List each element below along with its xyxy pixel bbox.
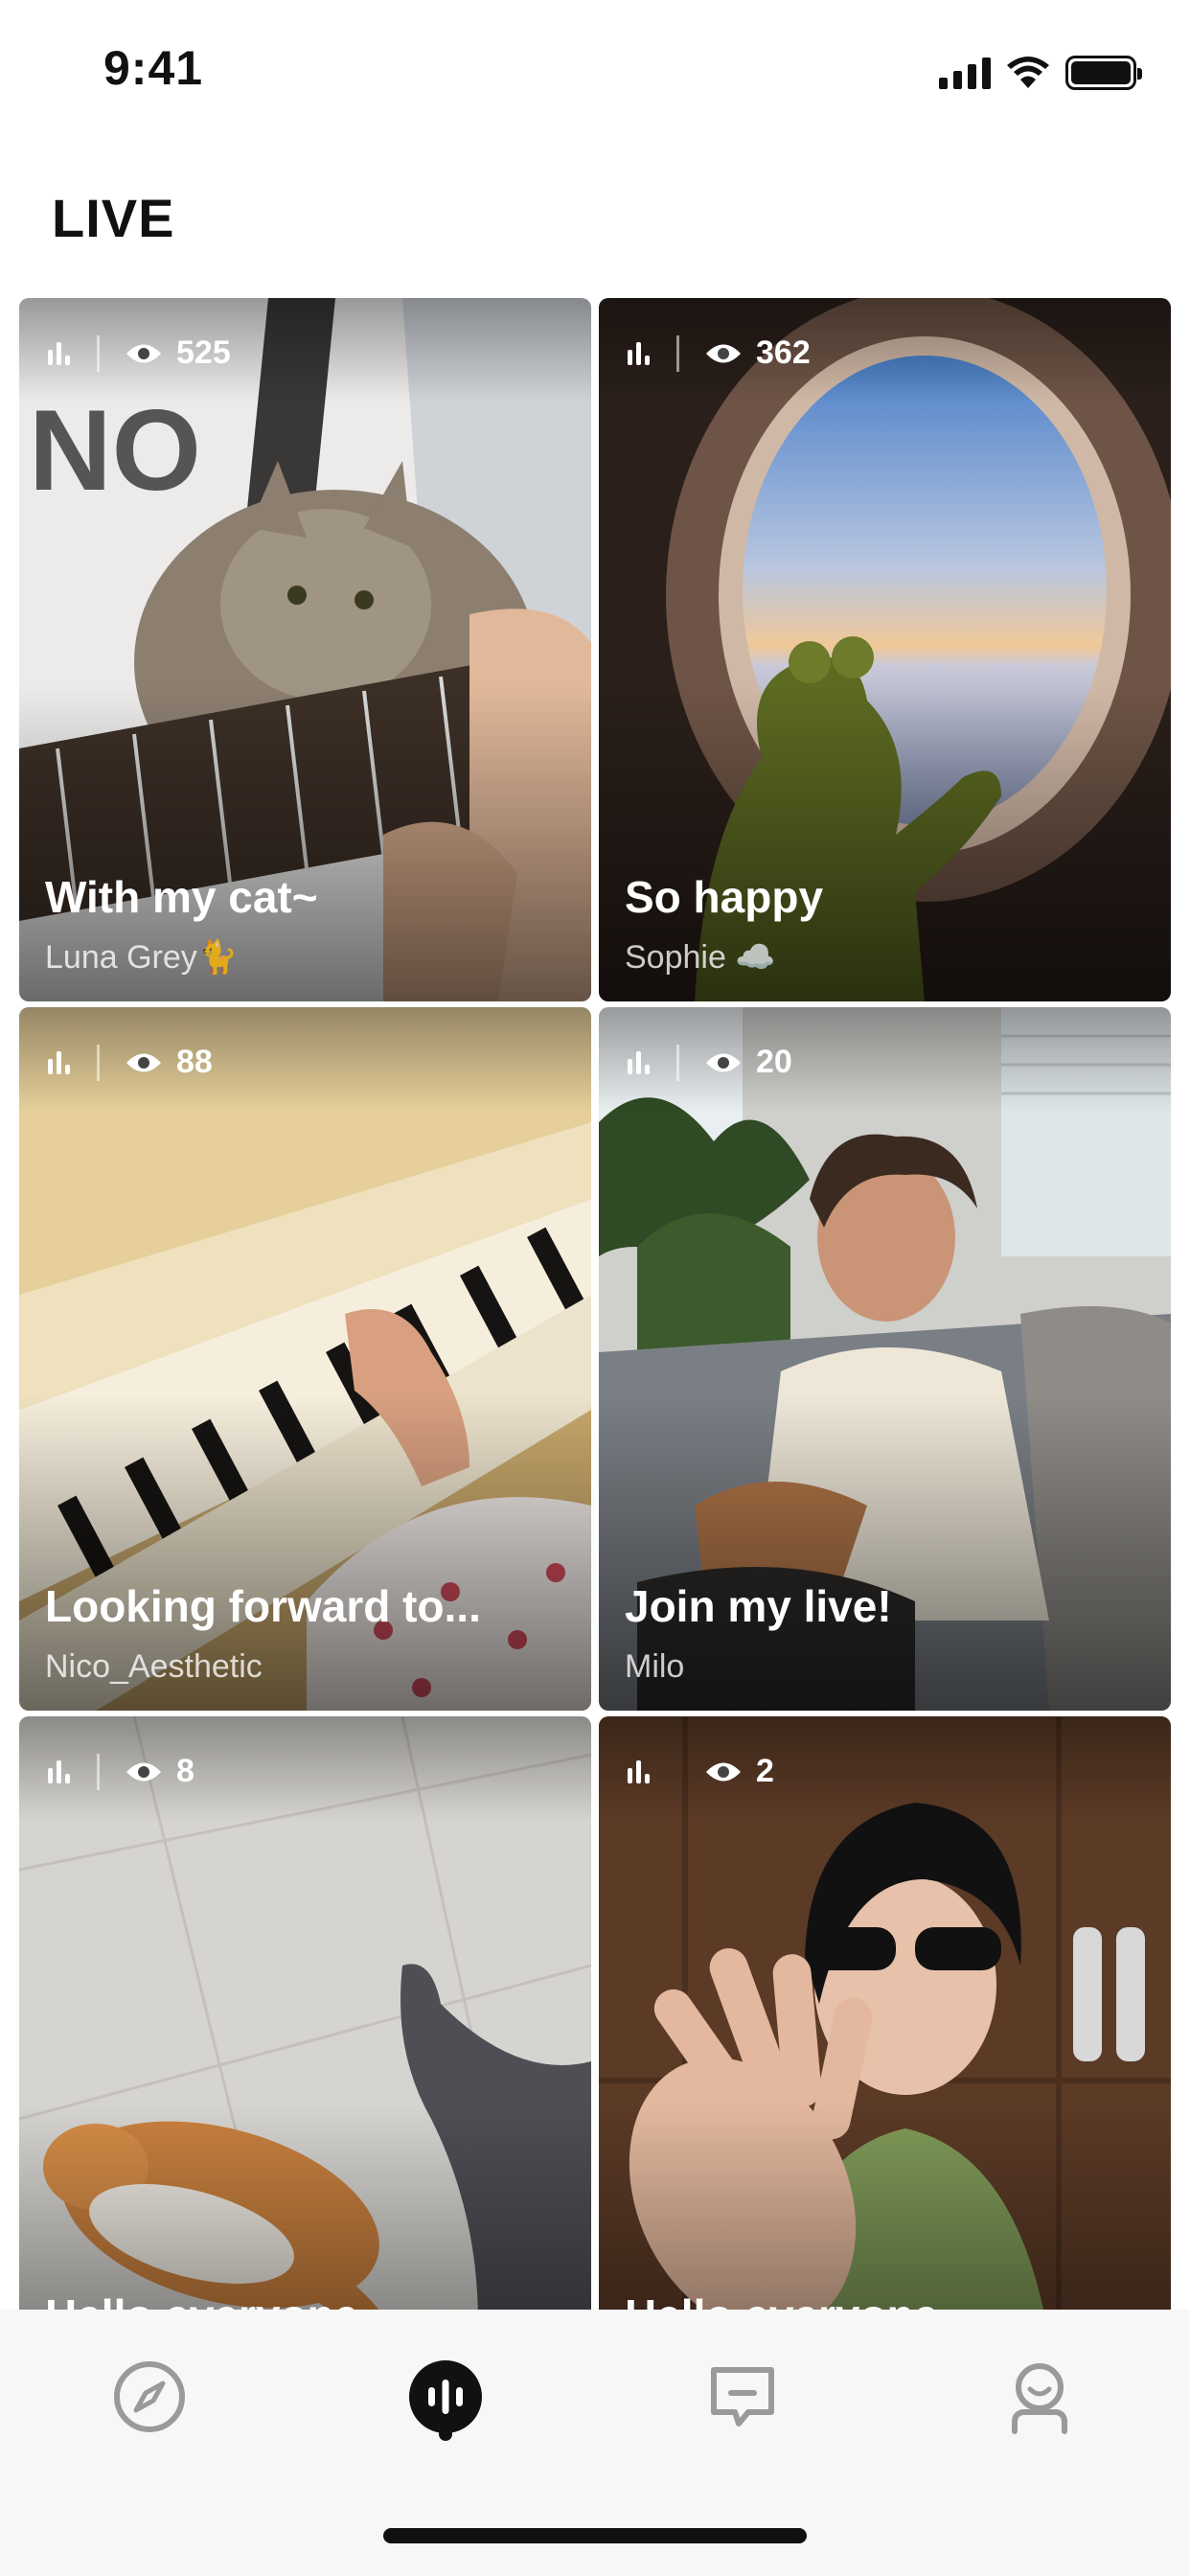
- messages-icon: [711, 2367, 774, 2426]
- stream-host: Luna Grey🐈: [45, 939, 239, 976]
- page-title: LIVE: [52, 188, 175, 248]
- viewer-count: 2: [756, 1753, 774, 1789]
- eye-icon: [126, 1762, 161, 1781]
- stream-title: With my cat~: [45, 872, 318, 922]
- stream-card[interactable]: 362 So happy Sophie ☁️: [599, 298, 1171, 1001]
- compass-icon: [114, 2361, 185, 2432]
- stream-stats: 362: [628, 334, 811, 372]
- live-bars-icon: [48, 1760, 70, 1783]
- cellular-signal-icon: [939, 57, 991, 89]
- live-bars-icon: [628, 1050, 650, 1074]
- viewer-count: 8: [176, 1753, 195, 1789]
- stream-stats: 525: [48, 334, 231, 372]
- stream-card[interactable]: 88 Looking forward to... Nico_Aesthetic: [19, 1007, 591, 1711]
- stream-card[interactable]: 2 Hello everyone: [599, 1716, 1171, 2311]
- viewer-count: 20: [756, 1044, 792, 1080]
- active-tab-indicator: [439, 2427, 452, 2441]
- live-bars-icon: [628, 1760, 650, 1783]
- stream-title: Join my live!: [625, 1581, 892, 1631]
- live-bars-icon: [48, 1050, 70, 1074]
- stream-card[interactable]: 20 Join my live! Milo: [599, 1007, 1171, 1711]
- stream-stats: 8: [48, 1753, 195, 1790]
- status-time: 9:41: [103, 41, 204, 95]
- viewer-count: 362: [756, 334, 811, 371]
- live-icon: [409, 2360, 482, 2433]
- stream-title: Looking forward to...: [45, 1581, 481, 1631]
- tab-profile[interactable]: [987, 2344, 1092, 2450]
- viewer-count: 525: [176, 334, 231, 371]
- stream-host: Milo: [625, 1648, 685, 1685]
- eye-icon: [706, 1762, 741, 1781]
- stream-title: Hello everyone: [625, 2289, 938, 2311]
- status-bar: 9:41: [0, 0, 1190, 144]
- wifi-icon: [1007, 57, 1049, 88]
- battery-icon: [1065, 56, 1142, 90]
- eye-icon: [706, 344, 741, 362]
- tab-messages[interactable]: [690, 2344, 795, 2450]
- eye-icon: [126, 344, 161, 362]
- eye-icon: [126, 1053, 161, 1071]
- home-indicator[interactable]: [383, 2528, 807, 2543]
- status-icons: [939, 54, 1142, 92]
- tab-explore[interactable]: [97, 2344, 202, 2450]
- stream-title: So happy: [625, 872, 824, 922]
- stream-stats: 20: [628, 1044, 792, 1081]
- svg-text:NO: NO: [29, 386, 201, 515]
- stream-host: Sophie ☁️: [625, 939, 776, 976]
- stream-card[interactable]: NO 525 With my cat~ Luna Grey🐈: [19, 298, 591, 1001]
- stream-card[interactable]: 8 Hello everyone: [19, 1716, 591, 2311]
- live-bars-icon: [628, 341, 650, 365]
- eye-icon: [706, 1053, 741, 1071]
- stream-stats: 2: [628, 1753, 774, 1790]
- stream-stats: 88: [48, 1044, 213, 1081]
- live-bars-icon: [48, 341, 70, 365]
- stream-host: Nico_Aesthetic: [45, 1648, 263, 1685]
- live-stream-grid: NO 525 With my cat~ Luna Grey🐈 362 So ha…: [19, 298, 1171, 2311]
- stream-title: Hello everyone: [45, 2289, 358, 2311]
- viewer-count: 88: [176, 1044, 213, 1080]
- profile-icon: [1012, 2363, 1067, 2434]
